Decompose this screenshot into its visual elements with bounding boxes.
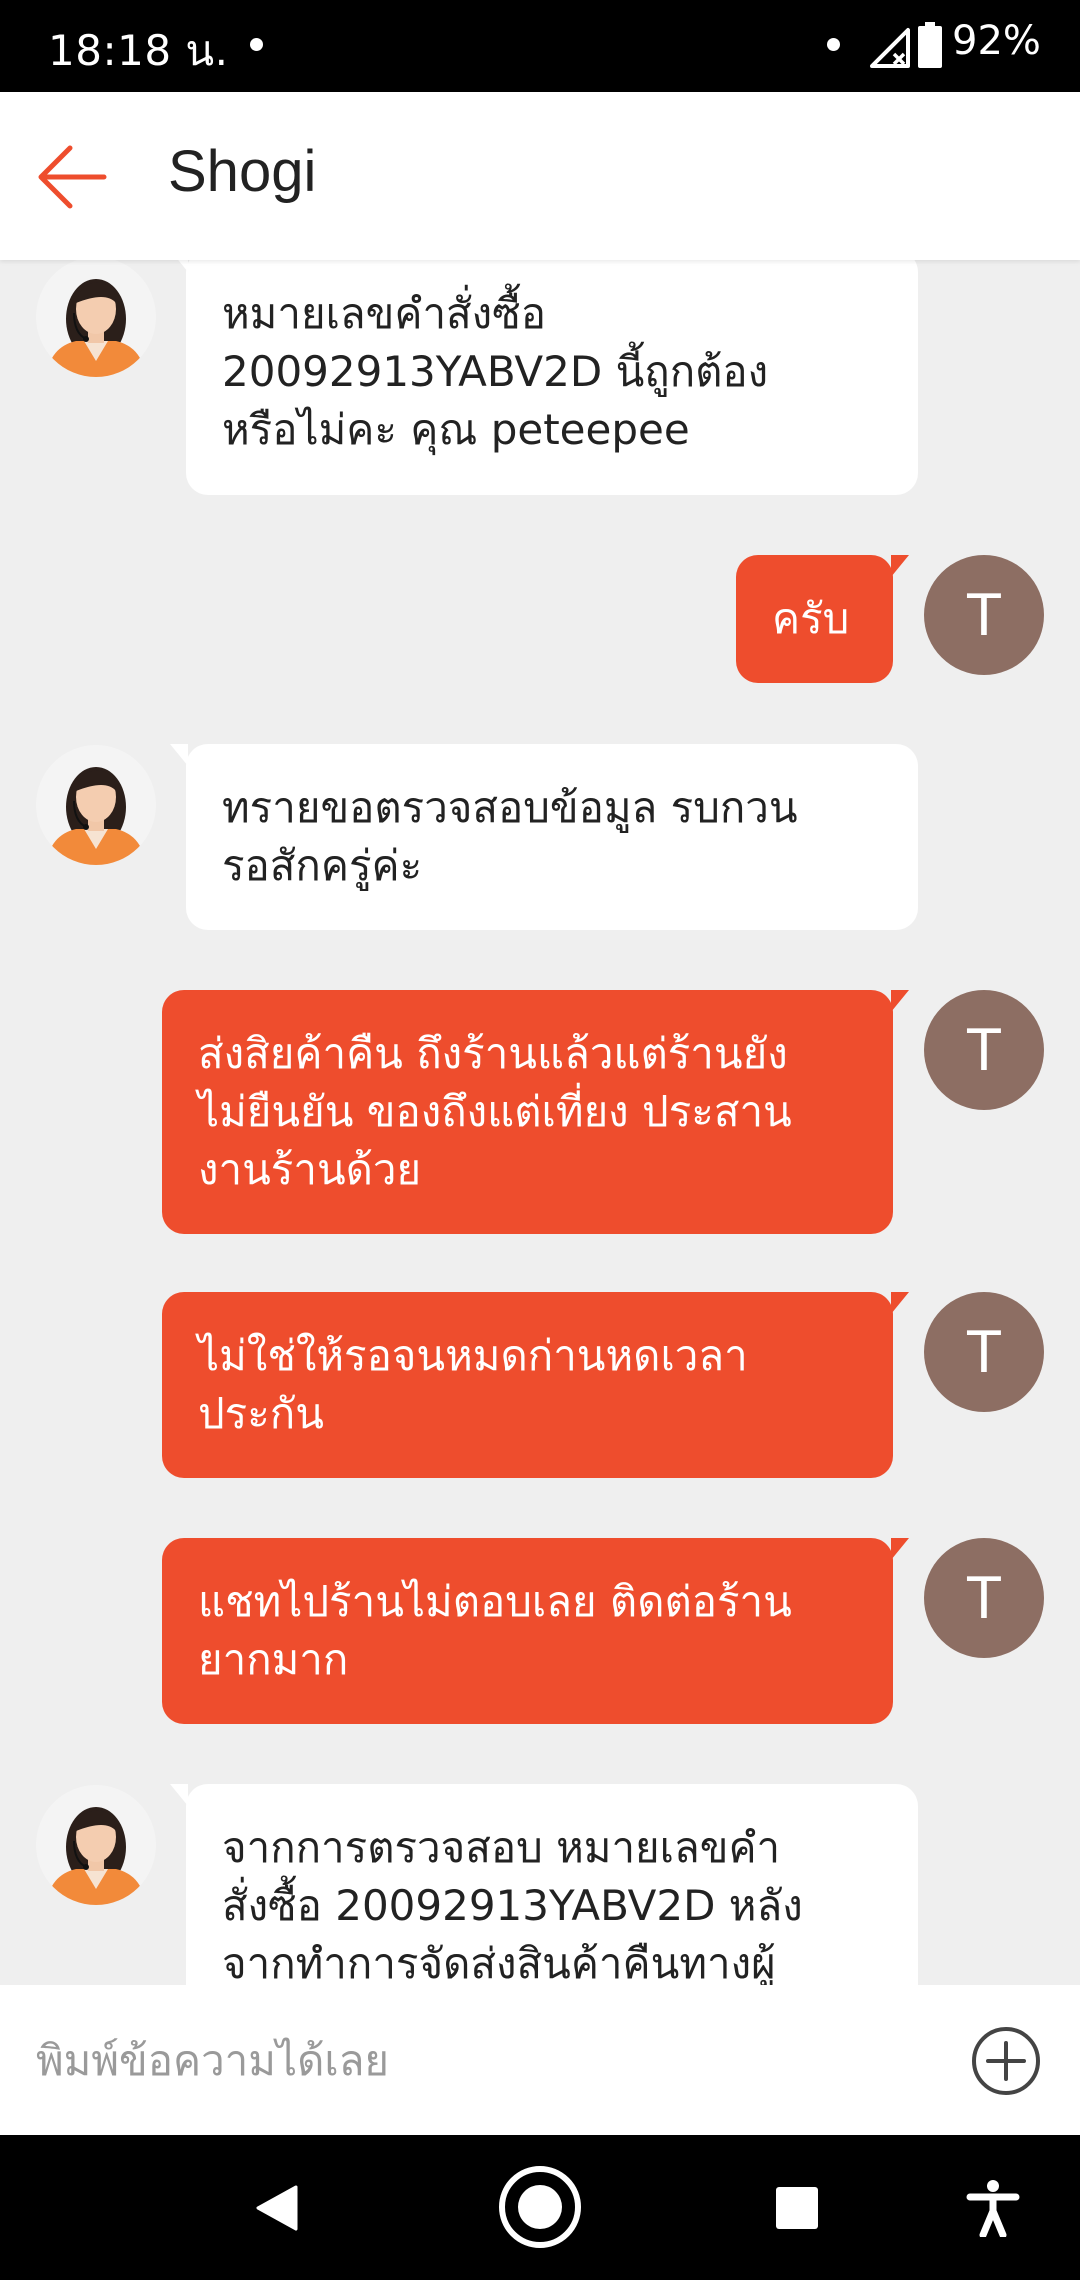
user-message-bubble: ครับ bbox=[736, 555, 909, 683]
system-navigation-bar bbox=[0, 2135, 1080, 2280]
app-bar: Shogi bbox=[0, 92, 1080, 260]
accessibility-icon[interactable] bbox=[966, 2179, 1020, 2237]
message-text: ไม่ใช่ให้รอจนหมดก่านหดเวลา ประกัน bbox=[198, 1331, 748, 1438]
message-text: ครับ bbox=[772, 594, 850, 643]
no-signal-icon bbox=[870, 28, 910, 68]
message-composer bbox=[0, 1985, 1080, 2135]
chat-title: Shogi bbox=[168, 139, 317, 204]
message-text: แชทไปร้านไม่ตอบเลย ติดต่อร้าน ยากมาก bbox=[198, 1577, 792, 1684]
agent-message-bubble: หมายเลขคำสั่งซื้อ 20092913YABV2D นี้ถูกต… bbox=[170, 260, 918, 495]
notification-dot-icon bbox=[250, 38, 263, 51]
plus-circle-icon[interactable] bbox=[970, 2025, 1042, 2097]
user-message-bubble: แชทไปร้านไม่ตอบเลย ติดต่อร้าน ยากมาก bbox=[162, 1538, 909, 1724]
status-time: 18:18 น. bbox=[48, 26, 229, 75]
notification-dot-icon bbox=[827, 38, 840, 51]
user-message-bubble: ส่งสิยค้าคืน ถึงร้านแล้วแต่ร้านยัง ไม่ยื… bbox=[162, 990, 909, 1234]
agent-message-bubble: ทรายขอตรวจสอบข้อมูล รบกวน รอสักครู่ค่ะ bbox=[170, 744, 918, 930]
message-input[interactable] bbox=[36, 2025, 936, 2095]
user-avatar: T bbox=[924, 555, 1044, 675]
agent-portrait-icon bbox=[46, 279, 146, 377]
agent-message-bubble: จากการตรวจสอบ หมายเลขคำ สั่งซื้อ 2009291… bbox=[170, 1784, 918, 1985]
user-message-bubble: ไม่ใช่ให้รอจนหมดก่านหดเวลา ประกัน bbox=[162, 1292, 909, 1478]
agent-avatar bbox=[36, 745, 156, 865]
message-text: ทรายขอตรวจสอบข้อมูล รบกวน รอสักครู่ค่ะ bbox=[222, 783, 798, 890]
circle-home-icon[interactable] bbox=[496, 2163, 584, 2251]
status-bar: 18:18 น. 92% bbox=[0, 0, 1080, 92]
battery-icon bbox=[918, 22, 942, 68]
chat-messages[interactable]: หมายเลขคำสั่งซื้อ 20092913YABV2D นี้ถูกต… bbox=[0, 260, 1080, 1985]
message-text: จากการตรวจสอบ หมายเลขคำ สั่งซื้อ 2009291… bbox=[222, 1823, 803, 1985]
message-text: ส่งสิยค้าคืน ถึงร้านแล้วแต่ร้านยัง ไม่ยื… bbox=[198, 1029, 792, 1194]
agent-avatar bbox=[36, 1785, 156, 1905]
user-avatar: T bbox=[924, 1292, 1044, 1412]
agent-avatar bbox=[36, 260, 156, 377]
agent-portrait-icon bbox=[46, 767, 146, 865]
user-avatar: T bbox=[924, 1538, 1044, 1658]
triangle-back-icon[interactable] bbox=[252, 2183, 302, 2233]
arrow-left-icon[interactable] bbox=[36, 142, 108, 212]
square-recents-icon[interactable] bbox=[774, 2185, 820, 2231]
battery-percent: 92% bbox=[952, 18, 1041, 64]
agent-portrait-icon bbox=[46, 1807, 146, 1905]
message-text: หมายเลขคำสั่งซื้อ 20092913YABV2D นี้ถูกต… bbox=[222, 289, 769, 454]
user-avatar: T bbox=[924, 990, 1044, 1110]
